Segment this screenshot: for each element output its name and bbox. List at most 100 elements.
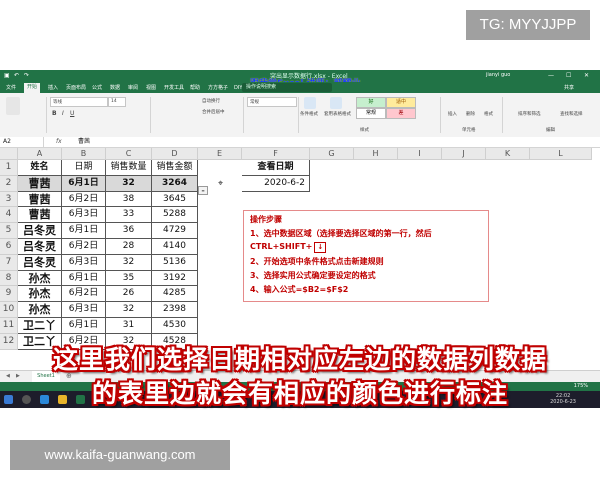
table-cell[interactable]: 36	[106, 223, 152, 239]
paste-icon[interactable]	[6, 97, 20, 115]
col-header[interactable]: K	[486, 148, 530, 160]
row-header[interactable]: 2	[0, 175, 18, 192]
table-cell[interactable]: 32	[106, 175, 152, 192]
table-cell[interactable]: 5136	[152, 254, 198, 271]
sort-filter-button[interactable]: 排序和筛选	[518, 111, 541, 117]
table-cell[interactable]: 4729	[152, 223, 198, 239]
format-as-table-button[interactable]: 套用表格格式	[324, 111, 351, 117]
tab-home[interactable]: 开始	[24, 83, 41, 93]
table-cell[interactable]: 3645	[152, 191, 198, 208]
row-header[interactable]: 5	[0, 223, 18, 239]
font-name-select[interactable]: 等线	[50, 97, 108, 107]
table-cell[interactable]: 4140	[152, 239, 198, 255]
table-cell[interactable]: 6月1日	[62, 270, 106, 287]
format-cells-button[interactable]: 格式	[484, 111, 493, 117]
row-header[interactable]: 11	[0, 318, 18, 334]
tab-help[interactable]: 帮助	[190, 84, 200, 91]
table-cell[interactable]: 吕冬灵	[18, 254, 62, 271]
table-cell[interactable]: 33	[106, 207, 152, 224]
table-cell[interactable]: 3192	[152, 270, 198, 287]
table-cell[interactable]: 28	[106, 239, 152, 255]
redo-icon[interactable]: ↷	[24, 72, 29, 79]
table-cell[interactable]: 吕冬灵	[18, 223, 62, 239]
underline-button[interactable]: U	[70, 110, 74, 117]
tab-insert[interactable]: 插入	[48, 84, 58, 91]
table-cell[interactable]: 吕冬灵	[18, 239, 62, 255]
table-cell[interactable]: 26	[106, 286, 152, 303]
user-name[interactable]: jianyi guo	[486, 72, 510, 78]
style-bad[interactable]: 差	[386, 108, 416, 119]
insert-cells-button[interactable]: 插入	[448, 111, 457, 117]
wrap-text-button[interactable]: 自动换行	[202, 98, 220, 104]
number-format-select[interactable]: 常规	[247, 97, 297, 107]
find-select-button[interactable]: 查找和选择	[560, 111, 583, 117]
bold-button[interactable]: B	[52, 110, 57, 117]
tab-page-layout[interactable]: 页面布局	[66, 84, 86, 91]
table-cell[interactable]: 6月2日	[62, 286, 106, 303]
table-cell[interactable]: 6月1日	[62, 175, 106, 192]
col-header[interactable]: L	[530, 148, 592, 160]
close-icon[interactable]: ✕	[584, 72, 589, 79]
row-header[interactable]: 8	[0, 270, 18, 287]
table-cell[interactable]: 6月2日	[62, 191, 106, 208]
row-header[interactable]: 7	[0, 254, 18, 271]
table-cell[interactable]: 6月2日	[62, 239, 106, 255]
col-header[interactable]: D	[152, 148, 198, 160]
table-cell[interactable]: 5288	[152, 207, 198, 224]
tell-me-search[interactable]: 操作说明搜索	[242, 83, 332, 92]
table-cell[interactable]: 6月3日	[62, 302, 106, 318]
table-cell[interactable]: 4285	[152, 286, 198, 303]
quick-analysis-icon[interactable]: ≡	[198, 186, 208, 195]
tab-review[interactable]: 审阅	[128, 84, 138, 91]
tab-view[interactable]: 视图	[146, 84, 156, 91]
table-cell[interactable]: 4530	[152, 318, 198, 334]
formula-input[interactable]: 曹茜	[78, 137, 90, 147]
col-header[interactable]: J	[442, 148, 486, 160]
tab-fangfang[interactable]: 方方格子	[208, 84, 228, 91]
save-icon[interactable]: ▣	[4, 72, 10, 79]
table-cell[interactable]: 曹茜	[18, 207, 62, 224]
conditional-format-icon[interactable]	[304, 97, 316, 109]
col-header[interactable]: E	[198, 148, 242, 160]
style-neutral[interactable]: 适中	[386, 97, 416, 108]
table-header[interactable]: 销售金额	[152, 160, 198, 176]
conditional-format-button[interactable]: 条件格式	[300, 111, 318, 117]
col-header[interactable]: F	[242, 148, 310, 160]
row-header[interactable]: 9	[0, 286, 18, 303]
table-cell[interactable]: 38	[106, 191, 152, 208]
tab-data[interactable]: 数据	[110, 84, 120, 91]
minimize-icon[interactable]: —	[548, 72, 554, 79]
row-header[interactable]: 6	[0, 239, 18, 255]
maximize-icon[interactable]: ☐	[566, 72, 571, 79]
fx-icon[interactable]: fx	[56, 137, 62, 147]
name-box[interactable]: A2	[0, 137, 44, 147]
table-header[interactable]: 日期	[62, 160, 106, 176]
tab-file[interactable]: 文件	[6, 84, 16, 91]
merge-center-button[interactable]: 合并后居中	[202, 109, 225, 115]
table-header[interactable]: 销售数量	[106, 160, 152, 176]
delete-cells-button[interactable]: 删除	[466, 111, 475, 117]
table-format-icon[interactable]	[330, 97, 342, 109]
share-button[interactable]: 共享	[564, 84, 574, 91]
lookup-date-value[interactable]: 2020-6-2	[242, 175, 310, 192]
table-cell[interactable]: 2398	[152, 302, 198, 318]
row-header[interactable]: 4	[0, 207, 18, 224]
row-header[interactable]: 1	[0, 160, 18, 176]
col-header[interactable]: I	[398, 148, 442, 160]
table-cell[interactable]: 32	[106, 302, 152, 318]
table-cell[interactable]: 31	[106, 318, 152, 334]
lookup-date-label[interactable]: 查看日期	[242, 160, 310, 176]
col-header[interactable]: B	[62, 148, 106, 160]
table-cell[interactable]: 3264	[152, 175, 198, 192]
italic-button[interactable]: I	[62, 110, 64, 117]
style-good[interactable]: 好	[356, 97, 386, 108]
col-header[interactable]: A	[18, 148, 62, 160]
row-header[interactable]: 10	[0, 302, 18, 318]
font-size-select[interactable]: 14	[108, 97, 126, 107]
tab-formulas[interactable]: 公式	[92, 84, 102, 91]
tab-developer[interactable]: 开发工具	[164, 84, 184, 91]
table-cell[interactable]: 孙杰	[18, 302, 62, 318]
style-normal[interactable]: 常规	[356, 108, 386, 119]
table-cell[interactable]: 6月3日	[62, 207, 106, 224]
table-cell[interactable]: 32	[106, 254, 152, 271]
